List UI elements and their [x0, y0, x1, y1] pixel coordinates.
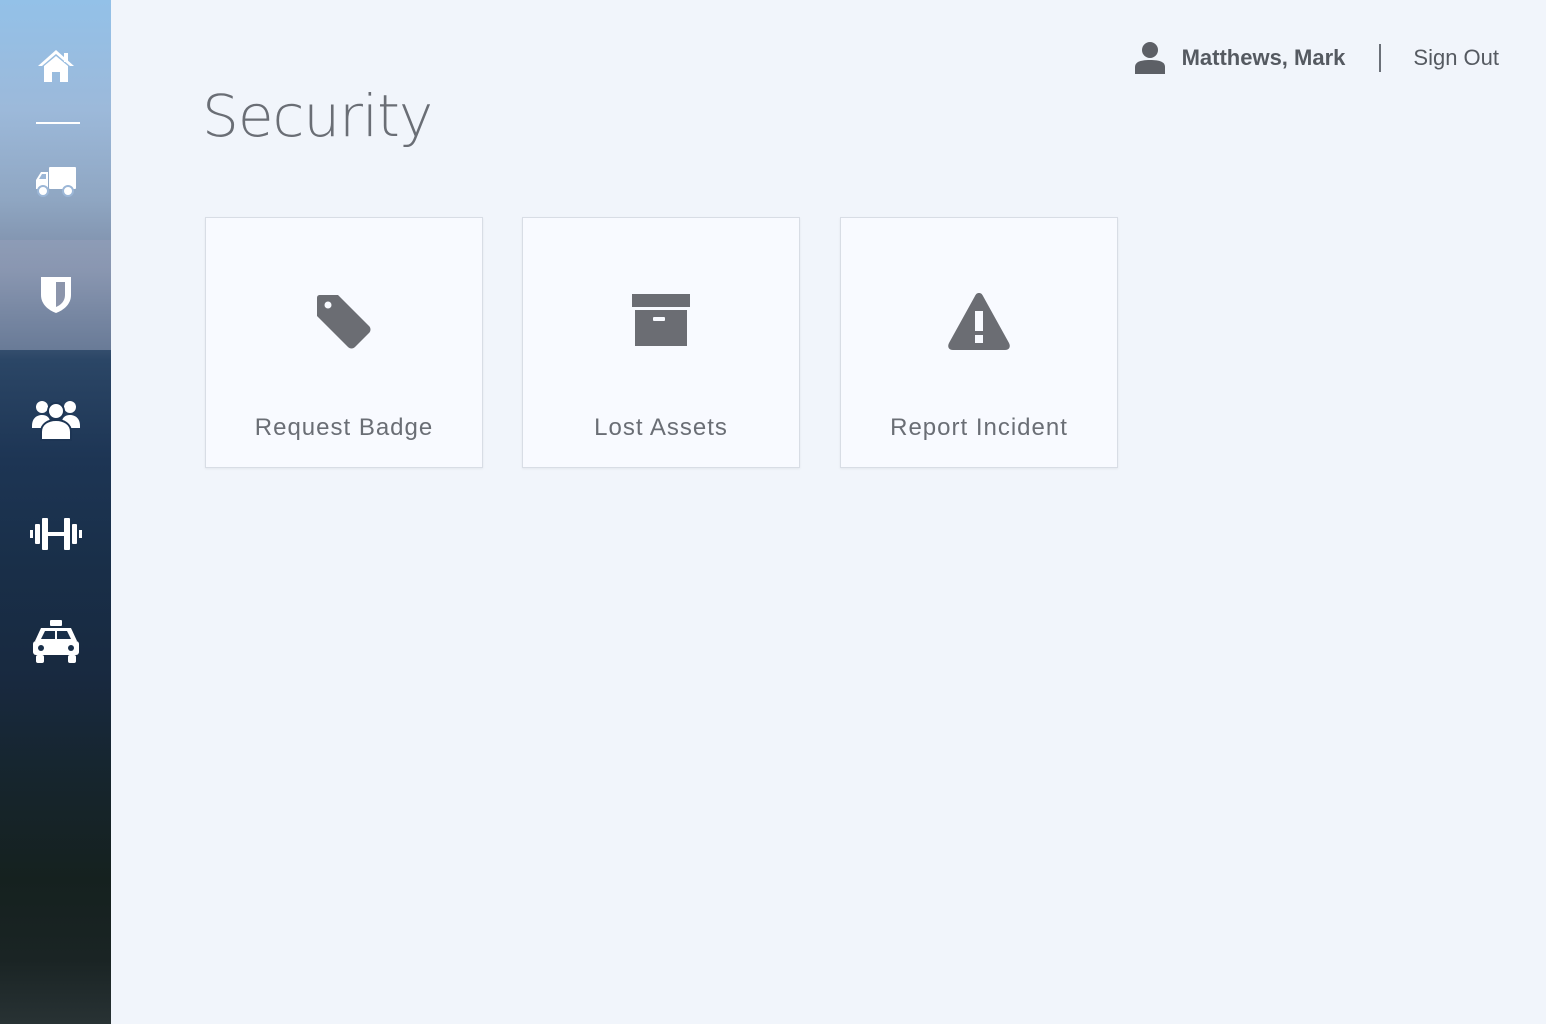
sidebar-item-shipping[interactable]	[0, 150, 111, 212]
archive-box-icon	[523, 290, 799, 350]
sidebar-item-taxi[interactable]	[0, 612, 111, 672]
card-label: Lost Assets	[594, 414, 728, 441]
user-name[interactable]: Matthews, Mark	[1182, 45, 1346, 71]
sidebar-item-home[interactable]	[0, 36, 111, 96]
sidebar	[0, 0, 111, 1024]
taxi-icon	[31, 619, 81, 665]
header-divider	[1379, 44, 1382, 72]
sidebar-divider	[36, 122, 80, 124]
user-header: Matthews, Mark Sign Out	[1134, 36, 1499, 80]
home-icon	[36, 48, 76, 84]
sidebar-item-people[interactable]	[0, 386, 111, 452]
request-badge-card[interactable]: Request Badge	[205, 217, 483, 468]
page-title: Security	[202, 82, 433, 150]
sidebar-item-fitness[interactable]	[0, 506, 111, 562]
dumbbell-icon	[29, 516, 83, 552]
warning-icon	[841, 290, 1117, 352]
tag-icon	[206, 290, 482, 350]
users-icon	[31, 396, 81, 442]
sidebar-item-security[interactable]	[0, 240, 111, 350]
user-icon	[1134, 41, 1182, 75]
truck-icon	[34, 163, 78, 199]
app-window: Matthews, Mark Sign Out Security Request…	[0, 0, 1546, 1024]
sign-out-link[interactable]: Sign Out	[1413, 45, 1499, 71]
card-label: Request Badge	[254, 414, 434, 441]
card-label: Report Incident	[890, 414, 1068, 441]
shield-icon	[39, 275, 73, 315]
report-incident-card[interactable]: Report Incident	[840, 217, 1118, 468]
lost-assets-card[interactable]: Lost Assets	[522, 217, 800, 468]
